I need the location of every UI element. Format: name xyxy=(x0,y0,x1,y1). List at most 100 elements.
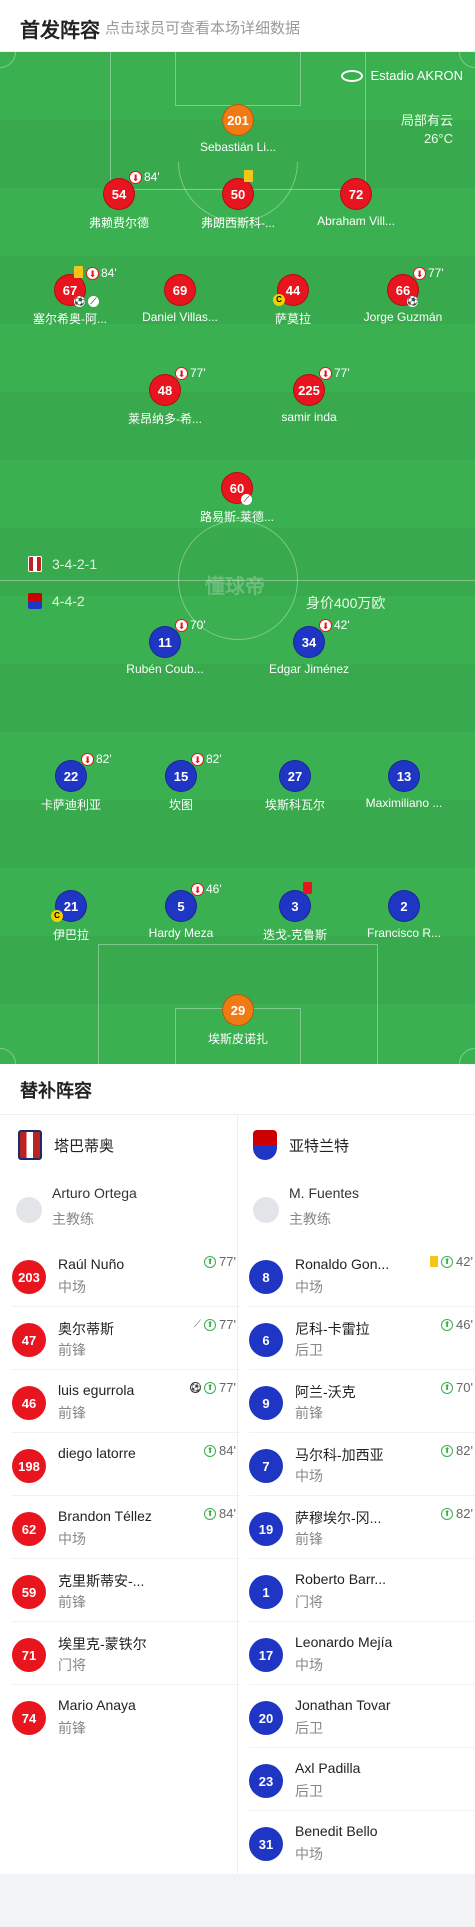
player-name: Jorge Guzmán xyxy=(363,310,443,324)
player-name: 尼科-卡雷拉 xyxy=(295,1321,370,1337)
player-name: 莱昂纳多-希... xyxy=(128,412,202,426)
coach-avatar-icon xyxy=(253,1197,279,1223)
player-name: Rubén Coub... xyxy=(126,662,204,676)
player-marker[interactable]: 15 ⬇ 82' 坎图 xyxy=(121,752,241,816)
goal-ball-icon: ⚽ xyxy=(407,296,419,307)
sub-player-row[interactable]: 62 Brandon Téllez 中场 ⬆ 84' xyxy=(12,1496,240,1559)
player-name: Hardy Meza xyxy=(148,926,214,940)
player-marker[interactable]: 21 C 伊巴拉 xyxy=(11,890,131,946)
player-marker[interactable]: 50 弗朗西斯科-... xyxy=(178,170,298,234)
team-logo-icon xyxy=(28,593,42,609)
shirt-number: 59 xyxy=(12,1575,46,1609)
sub-off-icon: ⬇ xyxy=(129,170,142,184)
yellow-card-icon xyxy=(430,1256,439,1267)
stadium-icon xyxy=(340,69,363,82)
shirt-number: 17 xyxy=(249,1638,283,1672)
player-marker[interactable]: 29 埃斯皮诺扎 xyxy=(178,994,298,1050)
player-marker[interactable]: 48 ⬇ 77' 莱昂纳多-希... xyxy=(105,366,225,430)
sub-player-row[interactable]: 7 马尔科-加西亚 中场 ⬆ 82' xyxy=(249,1433,475,1496)
player-name: 塞尔希奥-阿... xyxy=(33,312,107,326)
sub-player-row[interactable]: 20 Jonathan Tovar 后卫 xyxy=(249,1685,475,1748)
sub-in-icon: ⬆ xyxy=(441,1318,454,1331)
sub-player-row[interactable]: 8 Ronaldo Gon... 中场 ⬆ 42' xyxy=(249,1244,475,1307)
sub-player-row[interactable]: 46 luis egurrola 前锋 ⚽ ⬆ 77' xyxy=(12,1370,240,1433)
shirt-number: 46 xyxy=(12,1386,46,1420)
shirt-number: 2 xyxy=(388,890,420,922)
player-marker[interactable]: 13 Maximiliano ... xyxy=(344,760,464,816)
sub-player-row[interactable]: 203 Raúl Nuño 中场 ⬆ 77' xyxy=(12,1244,240,1307)
player-marker[interactable]: 67 ⬇ 84' ⚽ ⟋ 塞尔希奥-阿... xyxy=(10,266,130,330)
sub-player-row[interactable]: 31 Benedit Bello 中场 xyxy=(249,1811,475,1874)
sub-event: ⬆ 84' xyxy=(204,1443,236,1458)
sub-player-row[interactable]: 17 Leonardo Mejía 中场 xyxy=(249,1622,475,1685)
player-position: 前锋 xyxy=(58,1405,86,1421)
sub-player-row[interactable]: 59 克里斯蒂安-... 前锋 xyxy=(12,1559,240,1622)
player-name: Brandon Téllez xyxy=(58,1508,152,1524)
player-name: Leonardo Mejía xyxy=(295,1634,393,1650)
player-name: Abraham Vill... xyxy=(317,214,395,228)
player-marker[interactable]: 66 ⬇ 77' ⚽ Jorge Guzmán xyxy=(343,266,463,330)
sub-in-icon: ⬆ xyxy=(204,1381,217,1394)
shirt-number: 29 xyxy=(222,994,254,1026)
player-marker[interactable]: 22 ⬇ 82' 卡萨迪利亚 xyxy=(11,752,131,816)
sub-player-row[interactable]: 47 奥尔蒂斯 前锋 ⟋ ⬆ 77' xyxy=(12,1307,240,1370)
player-name: 马尔科-加西亚 xyxy=(295,1447,384,1463)
sub-off-icon: ⬇ xyxy=(319,366,332,380)
player-marker[interactable]: 11 ⬇ 70' Rubén Coub... xyxy=(105,618,225,682)
sub-in-icon: ⬆ xyxy=(441,1444,454,1457)
player-marker[interactable]: 5 ⬇ 46' Hardy Meza xyxy=(121,882,241,946)
sub-player-row[interactable]: 6 尼科-卡雷拉 后卫 ⬆ 46' xyxy=(249,1307,475,1370)
player-name: 弗朗西斯科-... xyxy=(201,216,275,230)
player-name: 伊巴拉 xyxy=(52,928,89,942)
player-marker[interactable]: 3 迭戈-克鲁斯 xyxy=(235,882,355,946)
sub-player-row[interactable]: 9 阿兰-沃克 前锋 ⬆ 70' xyxy=(249,1370,475,1433)
substitutes-panel: 替补阵容 塔巴蒂奥 亚特兰特 Arturo Ortega 主教练 M. Fuen… xyxy=(0,1064,475,1874)
player-name: diego latorre xyxy=(58,1445,136,1461)
shirt-number: 6 xyxy=(249,1323,283,1357)
home-formation: 3-4-2-1 xyxy=(28,556,97,572)
captain-icon: C xyxy=(273,294,285,306)
sub-event: ⬆ 77' xyxy=(204,1254,236,1269)
home-team-header[interactable]: 塔巴蒂奥 xyxy=(18,1130,114,1160)
player-name: Maximiliano ... xyxy=(365,796,443,810)
shirt-number: 1 xyxy=(249,1575,283,1609)
weather-text: 局部有云 xyxy=(400,113,453,128)
sub-in-icon: ⬆ xyxy=(441,1381,454,1394)
goal-ball-icon: ⚽ xyxy=(190,1382,202,1393)
player-name: 路易斯-莱德... xyxy=(200,510,274,524)
player-marker[interactable]: 27 埃斯科瓦尔 xyxy=(235,760,355,816)
home-coach[interactable]: Arturo Ortega 主教练 xyxy=(16,1181,236,1237)
sub-player-row[interactable]: 1 Roberto Barr... 门将 xyxy=(249,1559,475,1622)
sub-player-row[interactable]: 74 Mario Anaya 前锋 xyxy=(12,1685,240,1748)
sub-player-row[interactable]: 23 Axl Padilla 后卫 xyxy=(249,1748,475,1811)
player-name: samir inda xyxy=(281,410,337,424)
assist-boot-icon: ⟋ xyxy=(88,296,99,307)
away-coach[interactable]: M. Fuentes 主教练 xyxy=(253,1181,473,1237)
player-marker[interactable]: 225 ⬇ 77' samir inda xyxy=(249,366,369,430)
shirt-number: 69 xyxy=(164,274,196,306)
sub-event: ⬆ 84' xyxy=(204,1506,236,1521)
sub-player-row[interactable]: 198 diego latorre ⬆ 84' xyxy=(12,1433,240,1496)
player-marker[interactable]: 34 ⬇ 42' Edgar Jiménez xyxy=(249,618,369,682)
player-name: 埃斯科瓦尔 xyxy=(264,798,325,812)
away-team-header[interactable]: 亚特兰特 xyxy=(253,1130,349,1160)
sub-event: ⬆ 82' xyxy=(441,1443,473,1458)
coach-name: M. Fuentes xyxy=(289,1185,360,1201)
player-position: 中场 xyxy=(58,1279,86,1295)
lineup-hint: 点击球员可查看本场详细数据 xyxy=(105,20,301,37)
yellow-card-icon xyxy=(74,266,83,278)
sub-player-row[interactable]: 71 埃里克-蒙铁尔 门将 xyxy=(12,1622,240,1685)
player-marker[interactable]: 44 C 萨莫拉 xyxy=(233,274,353,330)
player-marker[interactable]: 201 Sebastián Li... xyxy=(178,104,298,160)
player-marker[interactable]: 72 Abraham Vill... xyxy=(296,178,416,234)
assist-boot-icon: ⟋ xyxy=(194,1319,202,1330)
player-marker[interactable]: 54 ⬇ 84' 弗赖费尔德 xyxy=(59,170,179,234)
assist-boot-icon: ⟋ xyxy=(241,494,252,505)
sub-off: ⬇ 84' xyxy=(86,266,117,280)
player-marker[interactable]: 69 Daniel Villas... xyxy=(120,274,240,330)
sub-player-row[interactable]: 19 萨穆埃尔-冈... 前锋 ⬆ 82' xyxy=(249,1496,475,1559)
shirt-number: 23 xyxy=(249,1764,283,1798)
player-position: 前锋 xyxy=(58,1342,86,1358)
player-marker[interactable]: 60 ⟋ 路易斯-莱德... xyxy=(177,472,297,528)
player-marker[interactable]: 2 Francisco R... xyxy=(344,890,464,946)
